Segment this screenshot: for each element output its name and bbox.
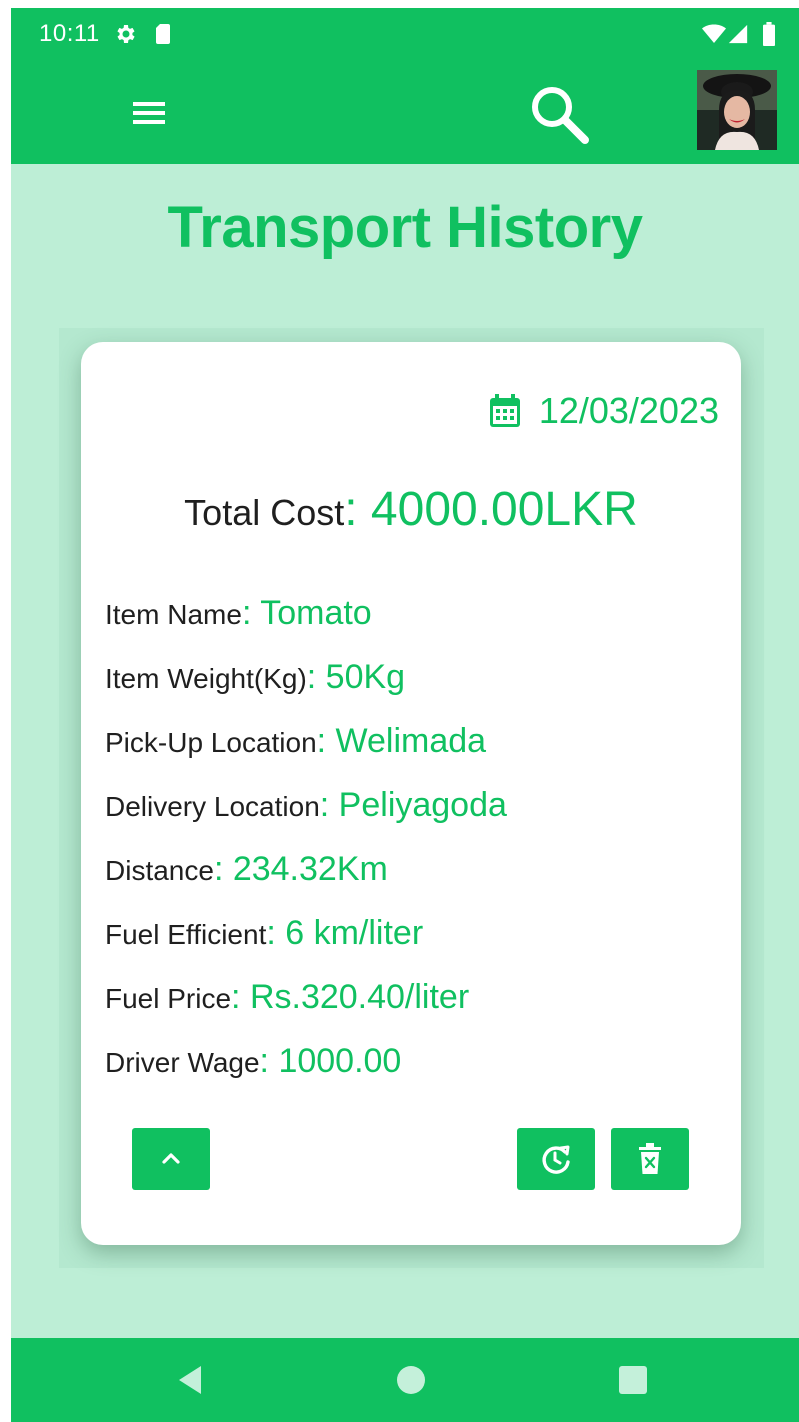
history-refresh-icon xyxy=(542,1145,570,1174)
battery-icon xyxy=(763,22,775,46)
detail-value: : Peliyagoda xyxy=(319,786,507,824)
app-screen: 10:11 Transport History 12/03/2023 Total… xyxy=(11,8,799,1422)
avatar-image xyxy=(697,70,777,150)
home-icon xyxy=(397,1366,425,1394)
detail-row-fuel-efficiency: Fuel Efficient: 6 km/liter xyxy=(105,916,423,950)
profile-avatar[interactable] xyxy=(697,70,777,150)
wifi-icon xyxy=(702,24,726,43)
detail-value: : Tomato xyxy=(241,594,372,632)
system-nav-bar xyxy=(11,1338,799,1422)
total-cost-value: : 4000.00LKR xyxy=(344,483,638,536)
app-bar: 10:11 xyxy=(11,8,799,164)
record-date: 12/03/2023 xyxy=(538,390,719,431)
detail-label: Distance xyxy=(105,855,214,886)
detail-label: Item Weight(Kg) xyxy=(105,663,307,694)
nav-home-button[interactable] xyxy=(391,1360,431,1400)
nav-recents-button[interactable] xyxy=(613,1360,653,1400)
recents-icon xyxy=(619,1366,647,1394)
collapse-icon xyxy=(162,1153,180,1164)
detail-label: Item Name xyxy=(105,599,242,630)
detail-value: : 1000.00 xyxy=(259,1042,402,1080)
detail-value: : Rs.320.40/liter xyxy=(231,978,470,1016)
settings-icon xyxy=(117,25,135,43)
update-button[interactable] xyxy=(517,1128,595,1190)
search-icon xyxy=(532,87,589,144)
back-icon xyxy=(179,1366,201,1394)
total-cost-row: Total Cost: 4000.00LKR xyxy=(81,482,741,537)
date-row: 12/03/2023 xyxy=(489,390,719,432)
detail-row-pickup-location: Pick-Up Location: Welimada xyxy=(105,724,486,758)
delete-icon xyxy=(639,1143,661,1174)
status-time: 10:11 xyxy=(39,20,100,47)
detail-row-fuel-price: Fuel Price: Rs.320.40/liter xyxy=(105,980,469,1014)
detail-row-item-name: Item Name: Tomato xyxy=(105,596,372,630)
sd-card-icon xyxy=(156,24,170,44)
collapse-button[interactable] xyxy=(132,1128,210,1190)
detail-value: : Welimada xyxy=(316,722,487,760)
menu-button[interactable] xyxy=(129,96,169,130)
search-button[interactable] xyxy=(527,82,593,148)
detail-row-distance: Distance: 234.32Km xyxy=(105,852,388,886)
menu-icon xyxy=(133,102,165,124)
calendar-icon xyxy=(489,394,520,427)
detail-label: Fuel Efficient xyxy=(105,919,267,950)
total-cost-label: Total Cost xyxy=(184,492,345,533)
detail-label: Pick-Up Location xyxy=(105,727,317,758)
detail-label: Fuel Price xyxy=(105,983,232,1014)
detail-label: Driver Wage xyxy=(105,1047,260,1078)
detail-value: : 50Kg xyxy=(306,658,406,696)
detail-row-delivery-location: Delivery Location: Peliyagoda xyxy=(105,788,507,822)
detail-row-driver-wage: Driver Wage: 1000.00 xyxy=(105,1044,401,1078)
delete-button[interactable] xyxy=(611,1128,689,1190)
nav-back-button[interactable] xyxy=(171,1360,211,1400)
detail-label: Delivery Location xyxy=(105,791,320,822)
detail-row-item-weight: Item Weight(Kg): 50Kg xyxy=(105,660,405,694)
detail-value: : 234.32Km xyxy=(213,850,388,888)
signal-icon xyxy=(728,24,748,44)
transport-record-card: 12/03/2023 Total Cost: 4000.00LKR Item N… xyxy=(81,342,741,1245)
page-title: Transport History xyxy=(167,195,643,260)
detail-value: : 6 km/liter xyxy=(266,914,424,952)
